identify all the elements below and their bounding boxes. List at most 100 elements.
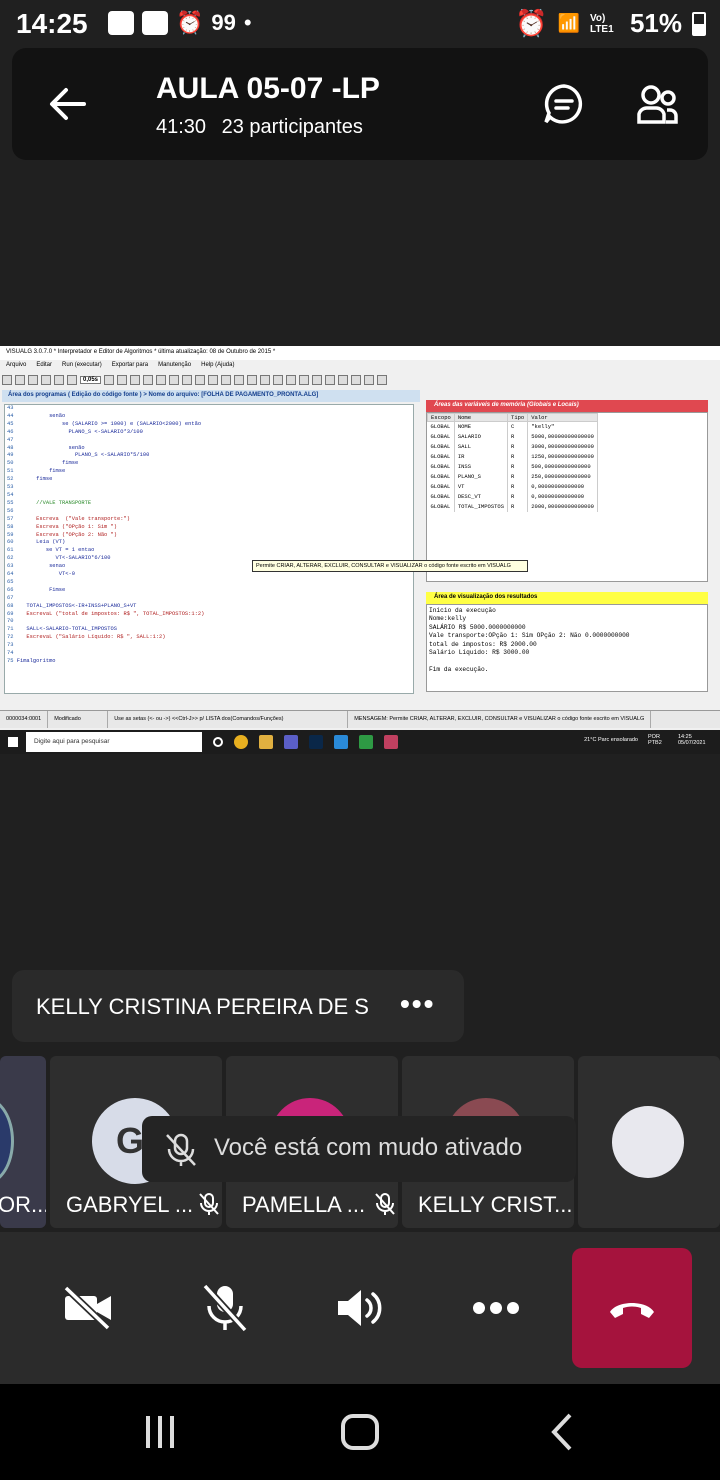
code-text: Escreva ("OPção 1: Sim ") — [16, 523, 118, 530]
toolbar-button[interactable] — [364, 375, 375, 385]
column-header: Nome — [453, 413, 509, 422]
menu-item[interactable]: Arquivo — [6, 362, 26, 370]
toolbar-button[interactable] — [221, 375, 232, 385]
camera-off-icon[interactable] — [62, 1284, 114, 1332]
home-icon[interactable] — [340, 1412, 380, 1452]
toolbar-button[interactable] — [351, 375, 362, 385]
line-number: 50 — [7, 460, 17, 467]
menu-item[interactable]: Manutenção — [158, 362, 191, 370]
back-arrow-icon[interactable] — [48, 84, 88, 124]
speed-select[interactable]: 0,05s — [80, 376, 102, 384]
code-text: VT<-SALARIO*6/100 — [16, 555, 111, 562]
table-cell: VT — [454, 481, 509, 492]
menu-item[interactable]: Exportar para — [112, 362, 148, 370]
toolbar-button[interactable] — [67, 375, 77, 385]
microphone-off-icon[interactable] — [200, 1282, 250, 1334]
table-row: GLOBAL INSS R 500,00000000000000 — [427, 461, 598, 472]
toolbar-button[interactable] — [156, 375, 167, 385]
avatar — [0, 1098, 14, 1184]
toolbar-button[interactable] — [234, 375, 245, 385]
chat-icon[interactable] — [542, 82, 586, 126]
code-line: 74 — [7, 650, 413, 658]
toolbar-button[interactable] — [104, 375, 115, 385]
photoshop-icon[interactable] — [309, 735, 323, 749]
code-text: SALL<-SALARIO-TOTAL_IMPOSTOS — [16, 626, 118, 633]
code-line: 66 Fimse — [7, 587, 413, 595]
code-line: 54 — [7, 492, 413, 500]
menu-item[interactable]: Editar — [36, 362, 52, 370]
vscode-icon[interactable] — [334, 735, 348, 749]
end-call-button[interactable] — [572, 1248, 692, 1368]
table-row: GLOBAL NOME C "kelly" — [427, 421, 598, 432]
call-duration: 41:30 — [156, 116, 207, 138]
toolbar-button[interactable] — [2, 375, 12, 385]
table-cell: 0,00000000000000 — [527, 491, 598, 502]
menu-item[interactable]: Help (Ajuda) — [201, 362, 234, 370]
line-number: 52 — [7, 476, 17, 483]
toolbar-button[interactable] — [15, 375, 25, 385]
toolbar-button[interactable] — [28, 375, 38, 385]
code-text: Fimalgoritmo — [16, 658, 56, 664]
explorer-icon[interactable] — [259, 735, 273, 749]
participants-icon[interactable] — [636, 82, 680, 126]
code-text: PLANO_S <-SALARIO*3/100 — [16, 428, 143, 435]
line-number: 46 — [7, 428, 17, 435]
toolbar-button[interactable] — [117, 375, 128, 385]
column-header: Tipo — [507, 413, 529, 422]
table-cell: R — [507, 441, 529, 452]
toolbar-button[interactable] — [377, 375, 388, 385]
code-text: //VALE TRANSPORTE — [16, 499, 92, 506]
toolbar-button[interactable] — [299, 375, 310, 385]
code-text: Escreva ("Vale transporte:") — [16, 515, 130, 522]
cortana-icon[interactable] — [213, 737, 223, 747]
line-number: 68 — [7, 602, 17, 609]
teams-icon[interactable] — [284, 735, 298, 749]
table-row: GLOBAL IR R 1250,00000000000000 — [427, 451, 598, 462]
code-line: 69 EscrevaL ("total de impostos: R$ ", T… — [7, 611, 413, 619]
windows-start-icon[interactable] — [8, 737, 18, 747]
toolbar-button[interactable] — [325, 375, 336, 385]
back-icon[interactable] — [542, 1412, 582, 1452]
toolbar-button[interactable] — [260, 375, 271, 385]
column-header: Valor — [527, 413, 598, 422]
participant-name: OR... — [0, 1192, 46, 1217]
code-text: fimse — [16, 468, 66, 475]
output-line: Salário Líquido: R$ 3000.00 — [429, 649, 530, 657]
toolbar-button[interactable] — [312, 375, 323, 385]
recent-apps-icon[interactable] — [140, 1412, 180, 1452]
toolbar-button[interactable] — [182, 375, 193, 385]
code-line: 58 Escreva ("OPção 1: Sim ") — [7, 524, 413, 532]
table-cell: C — [507, 421, 529, 432]
more-dot: • — [243, 10, 252, 35]
toolbar-button[interactable] — [41, 375, 51, 385]
participant-tile[interactable]: OR... — [0, 1056, 46, 1228]
toolbar-button[interactable] — [247, 375, 258, 385]
mute-toast-text: Você está com mudo ativado — [214, 1134, 523, 1161]
toolbar-button[interactable] — [195, 375, 206, 385]
more-options-icon[interactable] — [472, 1284, 520, 1332]
toolbar-button[interactable] — [208, 375, 219, 385]
code-editor[interactable]: 43 44 senão 45 se (SALARIO >= 1000) e (SA… — [4, 404, 414, 694]
code-line: 61 se VT = 1 entao — [7, 547, 413, 555]
output-line: Início da execução — [429, 607, 496, 614]
taskbar-search[interactable]: Digite aqui para pesquisar — [26, 732, 202, 752]
voicemail-icon — [142, 11, 168, 35]
toolbar-button[interactable] — [273, 375, 284, 385]
alarm-icon: ⏰ — [176, 10, 204, 35]
code-line: 48 senão — [7, 445, 413, 453]
visualg-icon[interactable] — [384, 735, 398, 749]
toolbar-button[interactable] — [286, 375, 297, 385]
table-cell: GLOBAL — [427, 421, 455, 432]
toolbar-button[interactable] — [143, 375, 154, 385]
toolbar-button[interactable] — [54, 375, 64, 385]
line-number: 70 — [7, 618, 17, 625]
menu-bar: Arquivo Editar Run (executar) Exportar p… — [0, 360, 720, 372]
toolbar-button[interactable] — [130, 375, 141, 385]
menu-item[interactable]: Run (executar) — [62, 362, 102, 370]
more-options-button[interactable]: ••• — [400, 988, 435, 1020]
toolbar-button[interactable] — [338, 375, 349, 385]
speaker-icon[interactable] — [334, 1284, 386, 1332]
toolbar-button[interactable] — [169, 375, 180, 385]
chrome-icon[interactable] — [234, 735, 248, 749]
shield-icon[interactable] — [359, 735, 373, 749]
